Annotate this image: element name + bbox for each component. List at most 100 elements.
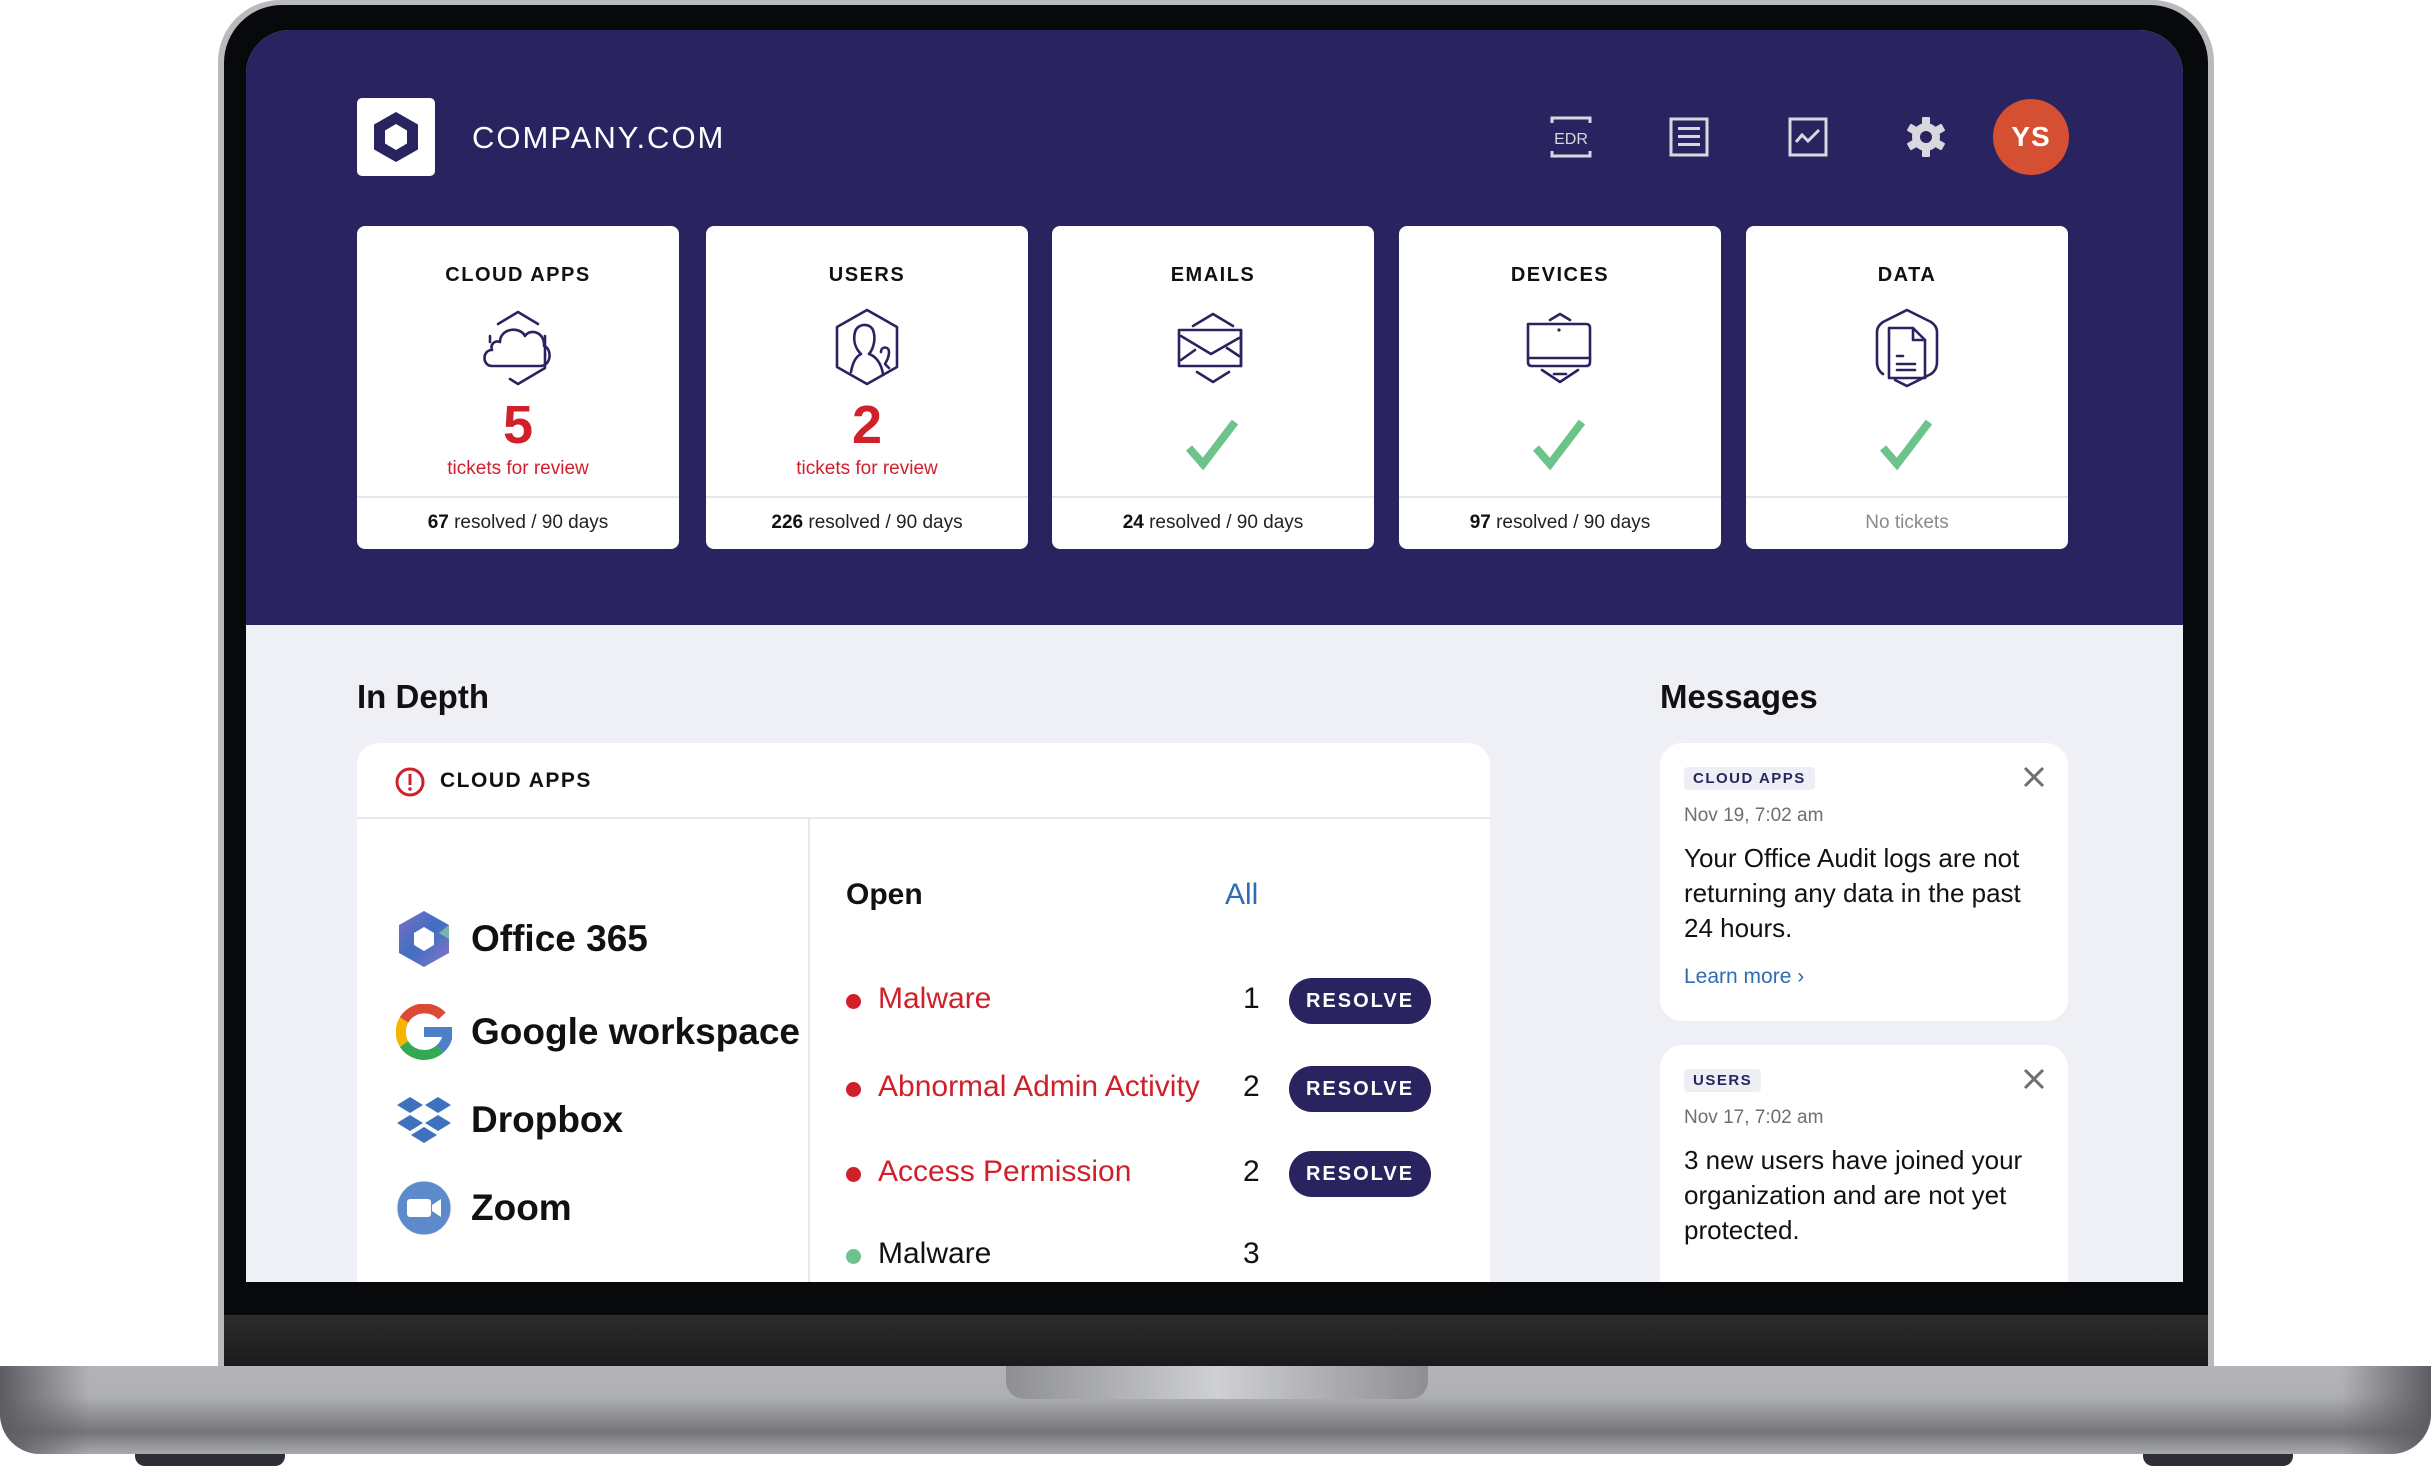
message-tag: USERS: [1684, 1069, 1762, 1092]
stat-card-footer: 226 resolved / 90 days: [706, 512, 1028, 534]
resolved-suffix: resolved / 90 days: [1143, 512, 1304, 533]
close-icon[interactable]: [2020, 1065, 2048, 1093]
zoom-icon: [394, 1178, 454, 1238]
close-icon[interactable]: [2020, 763, 2048, 791]
message-date: Nov 19, 7:02 am: [1684, 805, 1824, 826]
in-depth-card-header: CLOUD APPS: [357, 743, 1490, 819]
laptop-hinge: [224, 1315, 2208, 1370]
issue-row: Abnormal Admin Activity 2 RESOLVE: [846, 1066, 1456, 1112]
stat-card-footer: 97 resolved / 90 days: [1399, 512, 1721, 534]
resolved-suffix: resolved / 90 days: [1490, 512, 1651, 533]
alert-icon: [395, 767, 425, 797]
stat-card-users[interactable]: USERS 2 tickets for review 226 resolved …: [706, 226, 1028, 549]
issue-row: Malware 3: [846, 1233, 1456, 1279]
severity-dot-ok: [846, 1249, 861, 1264]
issue-label[interactable]: Abnormal Admin Activity: [878, 1070, 1200, 1104]
brand-name: COMPANY.COM: [472, 120, 726, 155]
analytics-button[interactable]: [1783, 112, 1833, 162]
learn-more-link[interactable]: Learn more ›: [1684, 965, 1804, 989]
app-item-office-365[interactable]: Office 365: [394, 908, 648, 970]
resolve-button[interactable]: RESOLVE: [1289, 1066, 1431, 1112]
resolved-suffix: resolved / 90 days: [803, 512, 963, 533]
svg-text:EDR: EDR: [1554, 131, 1588, 148]
issue-label[interactable]: Malware: [878, 982, 991, 1016]
stat-card-data[interactable]: DATA No tickets: [1746, 226, 2068, 549]
reports-button[interactable]: [1664, 112, 1714, 162]
stat-card-footer: No tickets: [1865, 512, 1949, 533]
laptop-notch: [1006, 1366, 1428, 1399]
issue-row: Access Permission 2 RESOLVE: [846, 1151, 1456, 1197]
app-screen: COMPANY.COM EDR YS CLOUD APPS 5 tickets …: [246, 30, 2183, 1282]
app-name: Office 365: [471, 918, 648, 959]
issue-label[interactable]: Access Permission: [878, 1155, 1131, 1189]
stat-card-title: CLOUD APPS: [445, 264, 591, 286]
settings-button[interactable]: [1901, 112, 1951, 162]
app-name: Zoom: [471, 1187, 572, 1228]
company-logo[interactable]: [357, 98, 435, 176]
stat-card-title: DATA: [1877, 264, 1937, 286]
stat-card-count: 2: [851, 395, 883, 455]
divider: [1746, 496, 2068, 498]
all-issues-link[interactable]: All: [1225, 878, 1258, 912]
stat-card-count: 5: [502, 395, 534, 455]
list-icon: [1669, 117, 1709, 157]
hexagon-logo-icon: [374, 112, 418, 162]
in-depth-title: In Depth: [357, 678, 489, 715]
cloud-icon: [483, 310, 551, 386]
app-item-google-workspace[interactable]: Google workspace: [394, 1001, 800, 1063]
header: COMPANY.COM EDR YS CLOUD APPS 5 tickets …: [246, 30, 2183, 625]
divider: [706, 496, 1028, 498]
open-issues-label: Open: [846, 878, 923, 911]
stat-card-emails[interactable]: EMAILS 24 resolved / 90 days: [1052, 226, 1374, 549]
document-icon: [1875, 308, 1939, 388]
resolved-count: 97: [1469, 512, 1491, 533]
severity-dot-critical: [846, 1082, 861, 1097]
stat-card-footer: 67 resolved / 90 days: [357, 512, 679, 534]
stat-card-subtitle: tickets for review: [447, 458, 589, 479]
chart-icon: [1788, 117, 1828, 157]
message-card: USERS Nov 17, 7:02 am 3 new users have j…: [1660, 1045, 2068, 1282]
column-divider: [808, 819, 810, 1282]
check-icon: [1879, 419, 1933, 471]
resolve-button[interactable]: RESOLVE: [1289, 1151, 1431, 1197]
stat-card-cloud-apps[interactable]: CLOUD APPS 5 tickets for review 67 resol…: [357, 226, 679, 549]
stat-card-title: USERS: [828, 264, 906, 286]
stat-card-title: DEVICES: [1510, 264, 1610, 286]
in-depth-card-label: CLOUD APPS: [440, 769, 592, 792]
message-date: Nov 17, 7:02 am: [1684, 1107, 1824, 1128]
stat-card-devices[interactable]: DEVICES 97 resolved / 90 days: [1399, 226, 1721, 549]
app-name: Dropbox: [471, 1099, 624, 1140]
issue-count: 2: [1243, 1070, 1260, 1103]
email-icon: [1177, 312, 1243, 384]
severity-dot-critical: [846, 1167, 861, 1182]
gear-icon: [1907, 117, 1945, 157]
stat-card-subtitle: tickets for review: [796, 458, 938, 479]
issue-count: 2: [1243, 1155, 1260, 1188]
divider: [1399, 496, 1721, 498]
message-text: 3 new users have joined your organizatio…: [1684, 1145, 2023, 1245]
issue-label[interactable]: Malware: [878, 1237, 991, 1271]
divider: [1052, 496, 1374, 498]
app-item-dropbox[interactable]: Dropbox: [394, 1089, 623, 1151]
check-icon: [1532, 419, 1586, 471]
resolved-suffix: resolved / 90 days: [448, 512, 609, 533]
resolve-button[interactable]: RESOLVE: [1289, 978, 1431, 1024]
issue-count: 1: [1243, 982, 1260, 1015]
laptop-foot-right: [2143, 1454, 2293, 1466]
in-depth-card: CLOUD APPS Office 365 Google workspace D…: [357, 743, 1490, 1282]
divider: [357, 496, 679, 498]
edr-button[interactable]: EDR: [1546, 112, 1596, 162]
messages-title: Messages: [1660, 678, 1818, 715]
dropbox-icon: [394, 1090, 454, 1150]
laptop-icon: [1526, 312, 1592, 384]
severity-dot-critical: [846, 994, 861, 1009]
user-avatar[interactable]: YS: [1993, 99, 2069, 175]
stat-card-title: EMAILS: [1170, 264, 1256, 286]
app-item-zoom[interactable]: Zoom: [394, 1177, 572, 1239]
issue-row: Malware 1 RESOLVE: [846, 978, 1456, 1024]
edr-icon: EDR: [1550, 116, 1592, 158]
resolved-count: 226: [771, 512, 804, 533]
message-text: Your Office Audit logs are not returning…: [1684, 843, 2021, 943]
office-365-icon: [394, 909, 454, 969]
issue-count: 3: [1243, 1237, 1260, 1270]
